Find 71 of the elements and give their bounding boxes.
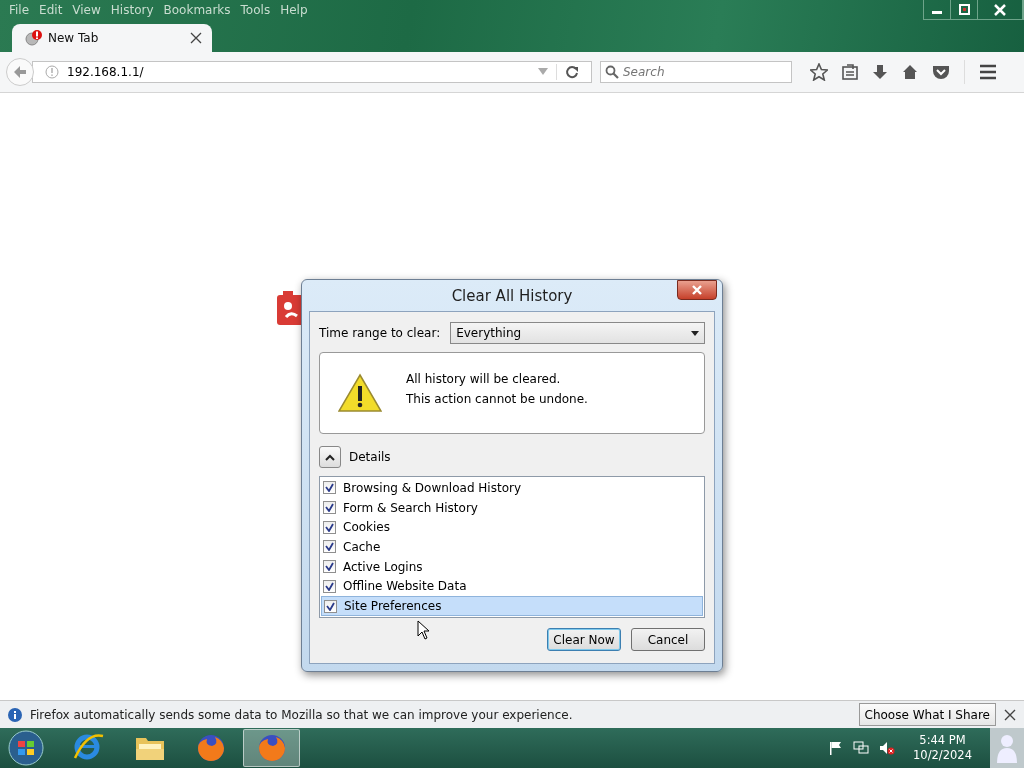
clear-option-row[interactable]: Cookies — [321, 517, 703, 538]
close-icon[interactable] — [1004, 708, 1016, 721]
taskbar-app[interactable] — [243, 729, 300, 767]
warning-text: All history will be cleared. — [406, 372, 562, 386]
item-label: Cookies — [343, 520, 390, 535]
address-bar[interactable]: 192.168.1.1/ — [32, 61, 592, 83]
dropdown-icon — [691, 330, 699, 336]
clear-option-row[interactable]: Active Logins — [321, 556, 703, 577]
notification-button[interactable]: Choose What I Share — [858, 703, 996, 726]
checkbox[interactable] — [323, 520, 336, 534]
checkbox[interactable] — [324, 599, 337, 613]
clear-option-row[interactable]: Cache — [321, 537, 703, 557]
cursor-icon — [417, 620, 430, 640]
clear-option-row[interactable]: Site Preferences — [321, 596, 703, 616]
menu-item[interactable]: File — [4, 3, 35, 17]
warning-text: This action cannot be undone. — [406, 392, 588, 406]
close-button[interactable] — [677, 280, 717, 300]
close-icon[interactable] — [190, 32, 202, 44]
clock-time: 5:44 PM — [919, 733, 966, 748]
menu-item[interactable]: View — [67, 3, 106, 17]
speaker-muted-icon[interactable] — [879, 741, 896, 755]
info-icon — [8, 707, 22, 722]
checkbox[interactable] — [323, 540, 336, 554]
checkbox[interactable] — [323, 481, 336, 495]
item-label: Browsing & Download History — [343, 480, 521, 495]
clear-option-row[interactable]: Browsing & Download History — [321, 478, 703, 498]
pocket-icon[interactable] — [932, 64, 950, 80]
time-range-dropdown[interactable]: Everything — [450, 322, 705, 344]
chevron-up-icon — [325, 453, 335, 461]
menu-item[interactable]: History — [105, 3, 159, 17]
back-button[interactable] — [6, 58, 34, 86]
menu-item[interactable]: Help — [275, 3, 313, 17]
menu-item[interactable]: Tools — [235, 3, 276, 17]
checkbox[interactable] — [323, 501, 336, 515]
person-silhouette-icon — [996, 733, 1018, 763]
item-label: Offline Website Data — [343, 579, 467, 594]
close-icon — [692, 285, 702, 295]
back-arrow-icon — [13, 66, 27, 78]
browser-tab[interactable]: New Tab — [12, 24, 212, 52]
network-icon[interactable] — [853, 741, 870, 755]
item-label: Active Logins — [343, 559, 423, 574]
checkbox[interactable] — [323, 560, 336, 574]
star-icon[interactable] — [810, 63, 828, 81]
search-bar[interactable]: Search — [600, 61, 792, 83]
checkbox[interactable] — [323, 579, 336, 593]
field-label: Time range to clear: — [319, 326, 441, 340]
menu-icon[interactable] — [979, 64, 997, 80]
item-label: Cache — [343, 539, 381, 554]
search-icon — [605, 65, 619, 79]
dialog-button[interactable]: Cancel — [631, 628, 705, 651]
tab-title: New Tab — [48, 31, 100, 45]
item-label: Form & Search History — [343, 500, 478, 515]
download-icon[interactable] — [872, 64, 888, 80]
details-label: Details — [349, 450, 391, 464]
menu-item[interactable]: Bookmarks — [158, 3, 236, 17]
dialog-title: Clear All History — [451, 286, 573, 305]
warning-icon — [338, 373, 382, 413]
clear-option-row[interactable]: Offline Website Data — [321, 576, 703, 597]
reload-icon[interactable] — [565, 65, 579, 79]
item-label: Site Preferences — [344, 599, 442, 614]
start-button-icon[interactable] — [6, 729, 46, 767]
dialog-button[interactable]: Clear Now — [547, 628, 621, 651]
details-toggle-button[interactable] — [319, 446, 341, 468]
home-icon[interactable] — [902, 64, 918, 80]
clear-option-row[interactable]: Form & Search History — [321, 497, 703, 518]
clock-date: 10/2/2024 — [913, 748, 972, 763]
notification-message: Firefox automatically sends some data to Mozilla so that we can improve your experience. — [30, 707, 574, 722]
restore-icon[interactable] — [958, 4, 970, 15]
flag-icon[interactable] — [829, 741, 844, 755]
bookmarks-list-icon[interactable] — [842, 64, 858, 80]
menu-item[interactable]: Edit — [34, 3, 68, 17]
